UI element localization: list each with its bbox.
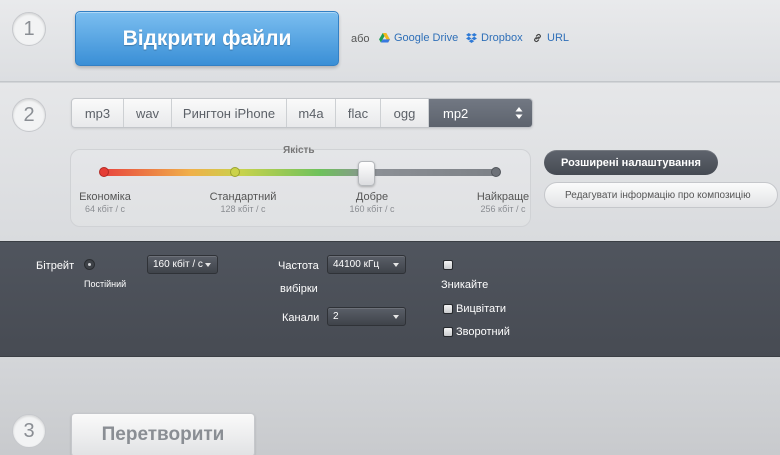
chevron-down-icon	[393, 315, 399, 319]
convert-button[interactable]: Перетворити	[71, 413, 255, 455]
edit-track-info-button[interactable]: Редагувати інформацію про композицію	[544, 182, 778, 208]
quality-level-bitrate: 128 кбіт / с	[220, 204, 266, 214]
step-number-1: 1	[12, 12, 46, 46]
fade-label: Зникайте	[441, 279, 489, 291]
dropbox-label: Dropbox	[481, 32, 523, 44]
quality-stop-best[interactable]	[491, 167, 501, 177]
constant-bitrate-radio[interactable]	[84, 259, 95, 270]
google-drive-link[interactable]: Google Drive	[379, 32, 458, 44]
tab-iphone-ringtone[interactable]: Рингтон iPhone	[172, 99, 287, 127]
reverse-label: Зворотний	[456, 326, 510, 338]
quality-panel	[70, 149, 531, 227]
google-drive-label: Google Drive	[394, 32, 459, 44]
or-label: або	[351, 33, 370, 45]
bitrate-label: Бітрейт	[36, 260, 75, 272]
channels-label: Канали	[282, 312, 320, 324]
format-select-mp2[interactable]: mp2	[429, 99, 532, 127]
sample-rate-select[interactable]: 44100 кГц	[327, 255, 406, 274]
dropbox-icon	[466, 33, 477, 43]
tab-ogg[interactable]: ogg	[381, 99, 429, 127]
quality-level-name: Економіка	[79, 191, 131, 203]
quality-level-name: Добре	[355, 191, 389, 203]
selected-format-label: mp2	[443, 105, 469, 121]
quality-slider-track[interactable]	[104, 169, 497, 176]
sample-rate-select-value: 44100 кГц	[333, 259, 380, 270]
quality-level-bitrate: 256 кбіт / с	[480, 204, 526, 214]
chevron-down-icon	[393, 263, 399, 267]
tab-m4a[interactable]: m4a	[287, 99, 336, 127]
bitrate-select[interactable]: 160 кбіт / с	[147, 255, 218, 274]
fade-in-checkbox[interactable]	[443, 304, 453, 314]
dropbox-link[interactable]: Dropbox	[466, 32, 523, 44]
step-number-2: 2	[12, 98, 46, 132]
bitrate-select-value: 160 кбіт / с	[153, 259, 203, 270]
quality-level-bitrate: 160 кбіт / с	[349, 204, 395, 214]
channels-select-value: 2	[333, 311, 339, 322]
open-files-button[interactable]: Відкрити файли	[75, 11, 339, 66]
quality-slider-handle[interactable]	[358, 161, 375, 186]
quality-level-good: Добре 160 кбіт / с	[322, 191, 422, 214]
sample-rate-label-line2: вибірки	[280, 283, 318, 295]
fade-in-label: Вицвітати	[456, 303, 507, 315]
quality-level-name: Найкраще	[476, 191, 530, 203]
google-drive-icon	[379, 33, 390, 43]
link-icon	[534, 33, 541, 43]
quality-stop-standard[interactable]	[230, 167, 240, 177]
step-number-3: 3	[12, 414, 46, 448]
quality-stop-economy[interactable]	[99, 167, 109, 177]
chevron-down-icon	[205, 263, 211, 267]
format-tabs: mp3 wav Рингтон iPhone m4a flac ogg mp2	[71, 98, 533, 128]
up-down-arrows-icon	[515, 107, 523, 119]
quality-level-standard: Стандартний 128 кбіт / с	[193, 191, 293, 214]
constant-bitrate-label: Постійний	[84, 279, 127, 289]
tab-wav[interactable]: wav	[124, 99, 172, 127]
url-link[interactable]: URL	[532, 32, 569, 44]
advanced-settings-button[interactable]: Розширені налаштування	[544, 150, 718, 175]
tab-flac[interactable]: flac	[336, 99, 381, 127]
quality-level-name: Стандартний	[209, 191, 277, 203]
quality-level-economy: Економіка 64 кбіт / с	[55, 191, 155, 214]
channels-select[interactable]: 2	[327, 307, 406, 326]
sample-rate-label-line1: Частота	[278, 260, 319, 272]
quality-level-best: Найкраще 256 кбіт / с	[453, 191, 553, 214]
quality-title: Якість	[283, 145, 315, 156]
fade-checkbox[interactable]	[443, 260, 453, 270]
tab-mp3[interactable]: mp3	[72, 99, 124, 127]
reverse-checkbox[interactable]	[443, 327, 453, 337]
quality-level-bitrate: 64 кбіт / с	[85, 204, 125, 214]
url-label: URL	[547, 32, 570, 44]
